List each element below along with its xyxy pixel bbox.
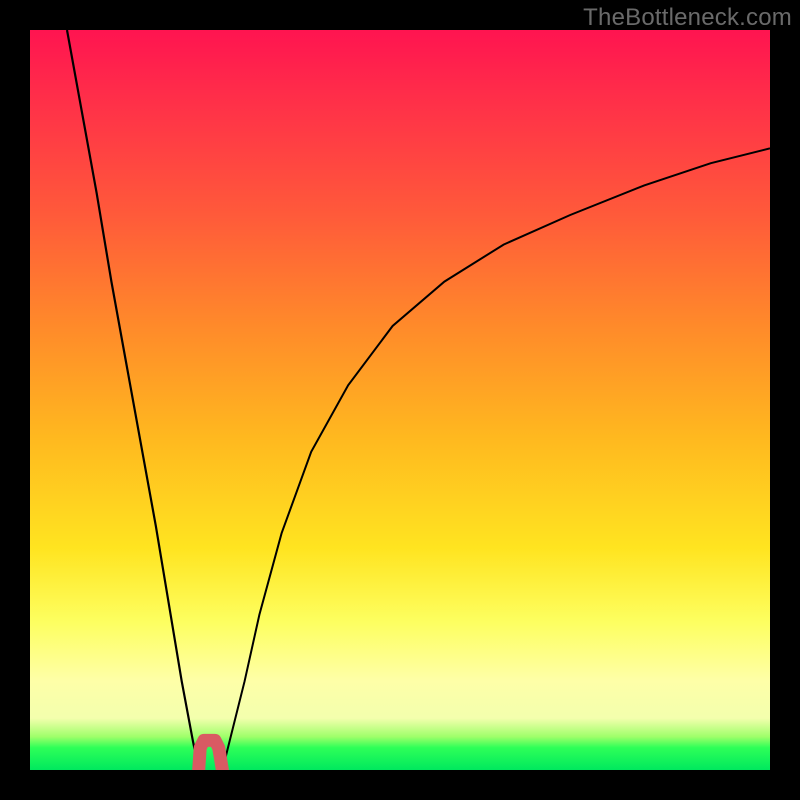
chart-curves <box>30 30 770 770</box>
notch-marker-path <box>199 740 223 770</box>
right-curve-path <box>222 148 770 770</box>
chart-frame: TheBottleneck.com <box>0 0 800 800</box>
watermark-text: TheBottleneck.com <box>583 4 792 32</box>
chart-plot-area <box>30 30 770 770</box>
left-curve-path <box>67 30 199 770</box>
